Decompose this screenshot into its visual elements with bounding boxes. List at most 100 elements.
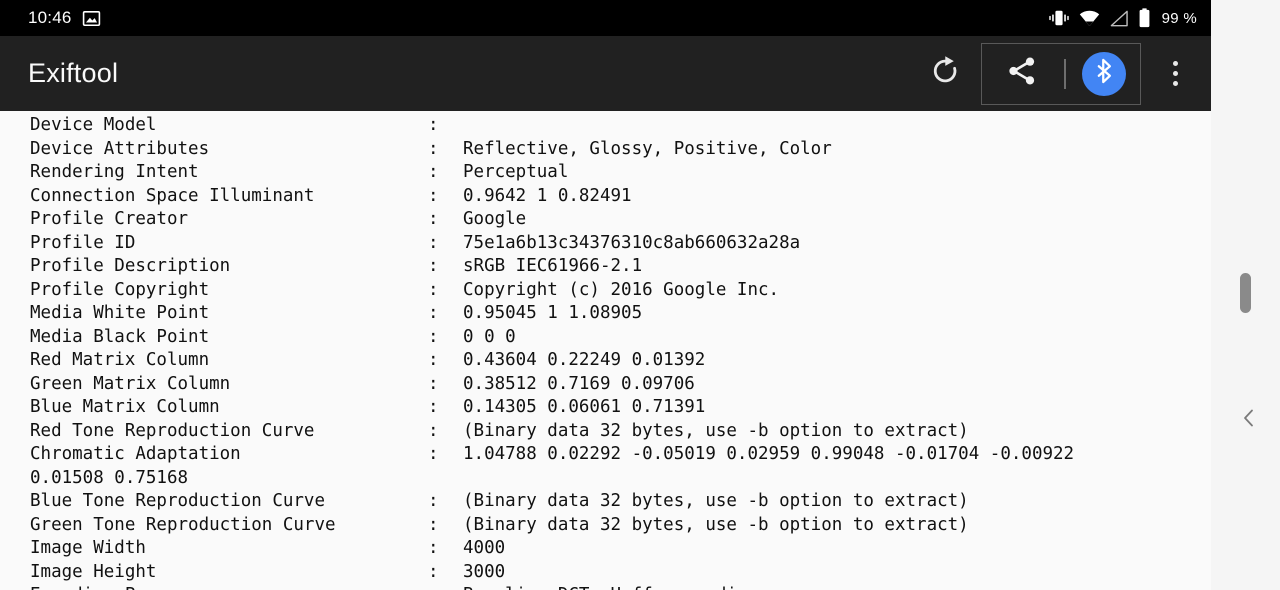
exif-row-label: Profile Copyright — [30, 279, 210, 300]
exif-row: Blue Tone Reproduction Curve: (Binary dat… — [0, 490, 1211, 514]
bluetooth-button[interactable] — [1082, 51, 1126, 96]
exif-row: Rendering Intent: Perceptual — [0, 161, 1211, 185]
exif-row-value: Copyright (c) 2016 Google Inc. — [463, 279, 780, 300]
overflow-dot — [1172, 81, 1178, 86]
scrollbar-thumb[interactable] — [1240, 273, 1251, 313]
exif-row: Red Matrix Column: 0.43604 0.22249 0.0139… — [0, 349, 1211, 373]
exif-row-separator: : — [428, 256, 439, 276]
exif-row-value: sRGB IEC61966-2.1 — [463, 256, 643, 276]
exif-output-panel[interactable]: Device Model: Device Attributes: Reflectiv… — [0, 111, 1211, 590]
exif-row-label: Green Matrix Column — [30, 373, 231, 394]
status-bar-left: 10:46 — [28, 8, 101, 28]
image-icon — [82, 9, 101, 28]
wifi-icon — [1079, 10, 1100, 27]
status-bar: 10:46 99 % — [0, 0, 1211, 36]
overflow-menu-button[interactable] — [1155, 48, 1195, 100]
exif-row-label: Red Matrix Column — [30, 350, 210, 370]
refresh-button[interactable] — [919, 48, 971, 100]
exif-row-value: (Binary data 32 bytes, use -b option to … — [463, 491, 969, 511]
exif-row-separator: : — [428, 279, 439, 300]
exif-row-label: Chromatic Adaptation — [30, 444, 241, 464]
vibrate-icon — [1048, 9, 1070, 27]
app-title: Exiftool — [28, 58, 119, 88]
exif-row-label: Blue Matrix Column — [30, 397, 220, 417]
exif-row-separator: : — [428, 584, 439, 590]
exif-row-value: 0.14305 0.06061 0.71391 — [463, 397, 706, 417]
exif-row-value: 1.04788 0.02292 -0.05019 0.02959 0.99048… — [463, 444, 1075, 464]
exif-row: Image Height: 3000 — [0, 561, 1211, 585]
exif-row-separator: : — [428, 397, 439, 417]
screen: 10:46 99 % Exiftool Device Model: Devic… — [0, 0, 1280, 590]
exif-row: Encoding Process: Baseline DCT, Huffman c… — [0, 584, 1211, 590]
exif-row-label: Green Tone Reproduction Curve — [30, 514, 336, 535]
exif-row: Green Matrix Column: 0.38512 0.7169 0.097… — [0, 373, 1211, 397]
overflow-dot — [1172, 71, 1178, 76]
group-divider — [1064, 58, 1066, 89]
exif-row: Profile ID: 75e1a6b13c34376310c8ab660632a… — [0, 232, 1211, 256]
exif-row-label: Red Tone Reproduction Curve — [30, 420, 315, 441]
app-bar: Exiftool — [0, 36, 1211, 111]
status-clock: 10:46 — [28, 8, 72, 27]
exif-row-separator: : — [428, 326, 439, 347]
exif-row-continuation: 0.01508 0.75168 — [0, 467, 1211, 491]
signal-icon — [1109, 10, 1129, 27]
right-rail — [1211, 0, 1280, 590]
exif-row-separator: : — [428, 444, 439, 464]
exif-row-label: Rendering Intent — [30, 162, 199, 182]
exif-row: Device Attributes: Reflective, Glossy, Po… — [0, 138, 1211, 162]
exif-row-separator: : — [428, 232, 439, 253]
exif-row-separator: : — [428, 350, 439, 370]
exif-row-separator: : — [428, 115, 439, 135]
exif-row-separator: : — [428, 491, 439, 511]
share-icon — [1006, 55, 1038, 92]
exif-row-value: 3000 — [463, 561, 506, 582]
exif-row-value: 0.9642 1 0.82491 — [463, 185, 632, 206]
exif-row-value: 4000 — [463, 538, 506, 558]
exif-row-separator: : — [428, 138, 439, 159]
exif-row-value: Perceptual — [463, 162, 569, 182]
exif-row: Green Tone Reproduction Curve: (Binary da… — [0, 514, 1211, 538]
exif-row-separator: : — [428, 303, 439, 323]
exif-row-label: Media White Point — [30, 303, 210, 323]
battery-icon — [1138, 8, 1151, 28]
exif-row-separator: : — [428, 162, 439, 182]
exif-row-separator: : — [428, 209, 439, 229]
exif-row: Image Width: 4000 — [0, 537, 1211, 561]
exif-row: Blue Matrix Column: 0.14305 0.06061 0.713… — [0, 396, 1211, 420]
exif-row-label: Profile Creator — [30, 209, 189, 229]
exif-row-label: Media Black Point — [30, 326, 210, 347]
app-window: 10:46 99 % Exiftool Device Model: Devic… — [0, 0, 1211, 590]
exif-row-separator: : — [428, 185, 439, 206]
exif-row: Chromatic Adaptation: 1.04788 0.02292 -0.… — [0, 443, 1211, 467]
exif-row-label: Encoding Process — [30, 584, 199, 590]
share-bluetooth-group — [981, 42, 1141, 105]
exif-row-label: Blue Tone Reproduction Curve — [30, 491, 326, 511]
exif-row-label: Profile ID — [30, 232, 136, 253]
exif-row-value: (Binary data 32 bytes, use -b option to … — [463, 514, 969, 535]
app-bar-actions — [919, 42, 1195, 105]
exif-row-value: 0 0 0 — [463, 326, 516, 347]
exif-row-value: Reflective, Glossy, Positive, Color — [463, 138, 832, 159]
exif-row-value: (Binary data 32 bytes, use -b option to … — [463, 420, 969, 441]
exif-row-value: 75e1a6b13c34376310c8ab660632a28a — [463, 232, 801, 253]
exif-row-label: Device Attributes — [30, 138, 210, 159]
chevron-left-icon[interactable] — [1237, 406, 1261, 430]
overflow-dot — [1172, 61, 1178, 66]
status-bar-right: 99 % — [1048, 8, 1197, 28]
exif-row: Connection Space Illuminant: 0.9642 1 0.8… — [0, 185, 1211, 209]
exif-row-label: Profile Description — [30, 256, 231, 276]
exif-row-label: Device Model — [30, 115, 157, 135]
exif-row-separator: : — [428, 561, 439, 582]
exif-row-separator: : — [428, 514, 439, 535]
battery-percent: 99 % — [1161, 9, 1197, 27]
exif-row-label: Image Width — [30, 538, 146, 558]
exif-row-separator: : — [428, 373, 439, 394]
exif-row-value: 0.43604 0.22249 0.01392 — [463, 350, 706, 370]
exif-row-value: 0.95045 1 1.08905 — [463, 303, 643, 323]
exif-row-label: Connection Space Illuminant — [30, 185, 315, 206]
share-button[interactable] — [996, 48, 1048, 100]
bluetooth-icon — [1091, 58, 1117, 89]
exif-row: Media Black Point: 0 0 0 — [0, 326, 1211, 350]
exif-row-separator: : — [428, 420, 439, 441]
exif-row-value: Baseline DCT, Huffman coding — [463, 584, 758, 590]
